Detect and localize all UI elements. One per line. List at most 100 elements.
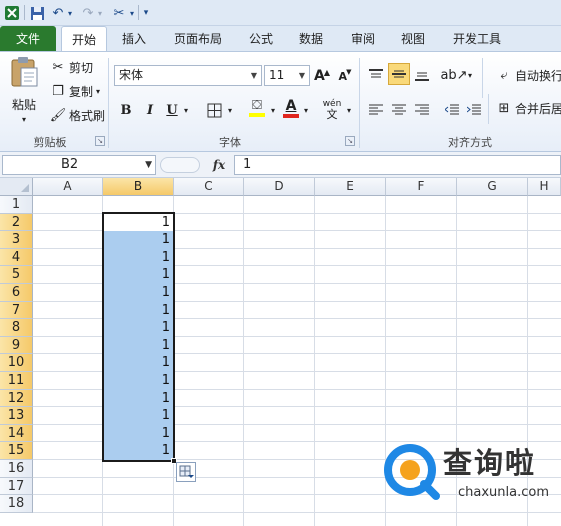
wrap-text-button[interactable]: ⤶ 自动换行: [496, 67, 561, 84]
font-color-button[interactable]: A: [281, 97, 301, 119]
bold-button[interactable]: B: [117, 99, 135, 121]
tab-view[interactable]: 视图: [392, 26, 434, 52]
column-header-h[interactable]: H: [528, 178, 561, 196]
app-icon[interactable]: [3, 4, 21, 22]
borders-button[interactable]: [204, 99, 224, 121]
orientation-button[interactable]: ab↗: [440, 64, 467, 86]
row-header-9[interactable]: 9: [0, 336, 33, 355]
phonetic-button[interactable]: wén 文: [320, 98, 344, 120]
font-group-label: 字体: [219, 136, 241, 149]
clipboard-launcher-icon[interactable]: ↘: [95, 136, 105, 146]
shrink-font-button[interactable]: A ▼: [336, 65, 354, 87]
align-middle-button[interactable]: [388, 63, 410, 85]
select-all-corner[interactable]: [0, 178, 33, 196]
tab-insert[interactable]: 插入: [113, 26, 155, 52]
orientation-dropdown-icon[interactable]: ▾: [466, 64, 474, 86]
phonetic-dropdown-icon[interactable]: ▾: [345, 99, 353, 121]
align-center-button[interactable]: [389, 99, 409, 121]
align-right-button[interactable]: [412, 99, 432, 121]
paste-icon: [11, 57, 38, 87]
row-header-12[interactable]: 12: [0, 389, 33, 408]
auto-fill-options-button[interactable]: [176, 462, 196, 482]
fill-color-button[interactable]: ⛋: [246, 97, 268, 119]
qat-separator: [138, 5, 139, 20]
format-painter-button[interactable]: 🖌 格式刷: [50, 107, 105, 124]
formula-bar-divider[interactable]: [160, 157, 200, 173]
column-header-a[interactable]: A: [33, 178, 103, 196]
row-header-15[interactable]: 15: [0, 442, 33, 460]
fill-color-dropdown-icon[interactable]: ▾: [269, 99, 277, 121]
row-header-1[interactable]: 1: [0, 196, 33, 214]
row-header-11[interactable]: 11: [0, 372, 33, 390]
wrap-text-label: 自动换行: [515, 69, 561, 83]
row-header-13[interactable]: 13: [0, 407, 33, 425]
row-header-10[interactable]: 10: [0, 354, 33, 372]
font-launcher-icon[interactable]: ↘: [345, 136, 355, 146]
format-painter-label: 格式刷: [69, 109, 106, 123]
name-box-value: B2: [61, 157, 79, 172]
row-header-8[interactable]: 8: [0, 319, 33, 337]
align-top-button[interactable]: [366, 64, 386, 86]
decrease-indent-button[interactable]: [442, 99, 462, 121]
copy-dropdown-icon[interactable]: ▾: [96, 87, 100, 96]
redo-icon[interactable]: ↷: [80, 4, 96, 22]
undo-icon[interactable]: ↶: [50, 4, 66, 22]
tab-developer[interactable]: 开发工具: [443, 26, 511, 52]
row-header-18[interactable]: 18: [0, 495, 33, 513]
borders-dropdown-icon[interactable]: ▾: [226, 99, 234, 121]
row-header-16[interactable]: 16: [0, 460, 33, 478]
name-box[interactable]: B2 ▼: [2, 155, 156, 175]
column-header-e[interactable]: E: [315, 178, 386, 196]
formula-input[interactable]: 1: [234, 155, 561, 175]
paste-button[interactable]: 粘贴 ▾: [6, 56, 42, 126]
row-header-6[interactable]: 6: [0, 284, 33, 302]
underline-dropdown-icon[interactable]: ▾: [182, 99, 190, 121]
tab-page-layout[interactable]: 页面布局: [165, 26, 231, 52]
tab-data[interactable]: 数据: [290, 26, 332, 52]
underline-button[interactable]: U: [164, 99, 180, 121]
undo-dropdown-icon[interactable]: ▾: [66, 4, 74, 22]
scissors-icon: ✂: [52, 60, 64, 75]
row-header-14[interactable]: 14: [0, 424, 33, 443]
row-header-2[interactable]: 2: [0, 213, 33, 232]
font-color-dropdown-icon[interactable]: ▾: [302, 99, 310, 121]
insert-function-icon[interactable]: fx: [208, 156, 230, 174]
redo-dropdown-icon[interactable]: ▾: [96, 4, 104, 22]
column-header-b[interactable]: B: [103, 178, 174, 196]
row-header-17[interactable]: 17: [0, 477, 33, 496]
chevron-down-icon[interactable]: ▼: [295, 66, 309, 85]
save-icon[interactable]: [28, 4, 46, 22]
tab-formulas[interactable]: 公式: [240, 26, 282, 52]
row-header-3[interactable]: 3: [0, 231, 33, 249]
row-header-7[interactable]: 7: [0, 301, 33, 320]
row-header-5[interactable]: 5: [0, 266, 33, 284]
merge-center-button[interactable]: ⊞ 合并后居: [496, 100, 561, 117]
column-header-d[interactable]: D: [244, 178, 315, 196]
column-header-g[interactable]: G: [457, 178, 528, 196]
font-size-value: 11: [269, 68, 285, 82]
customize-qat-icon[interactable]: ▾: [141, 4, 151, 22]
column-header-c[interactable]: C: [174, 178, 244, 196]
row-header-4[interactable]: 4: [0, 248, 33, 267]
chevron-down-icon[interactable]: ▼: [145, 156, 152, 174]
align-left-button[interactable]: [366, 99, 386, 121]
tools-icon[interactable]: ✂: [110, 4, 128, 22]
tools-dropdown-icon[interactable]: ▾: [128, 4, 136, 22]
increase-indent-button[interactable]: [464, 99, 484, 121]
tab-review[interactable]: 审阅: [342, 26, 384, 52]
grow-font-button[interactable]: A ▲: [313, 65, 331, 87]
increase-indent-icon: [467, 104, 481, 115]
cut-button[interactable]: ✂ 剪切: [50, 59, 93, 76]
copy-label: 复制: [69, 85, 94, 99]
chevron-down-icon[interactable]: ▼: [247, 66, 261, 85]
font-name-select[interactable]: 宋体 ▼: [114, 65, 262, 86]
tab-file[interactable]: 文件: [0, 26, 56, 52]
column-header-f[interactable]: F: [386, 178, 457, 196]
tab-home[interactable]: 开始: [61, 26, 107, 52]
align-bottom-button[interactable]: [412, 64, 432, 86]
copy-button[interactable]: ❐ 复制 ▾: [50, 83, 100, 100]
watermark-title: 查询啦: [443, 446, 537, 480]
font-size-select[interactable]: 11 ▼: [264, 65, 310, 86]
paste-dropdown-icon[interactable]: ▾: [22, 115, 26, 124]
italic-button[interactable]: I: [141, 99, 159, 121]
